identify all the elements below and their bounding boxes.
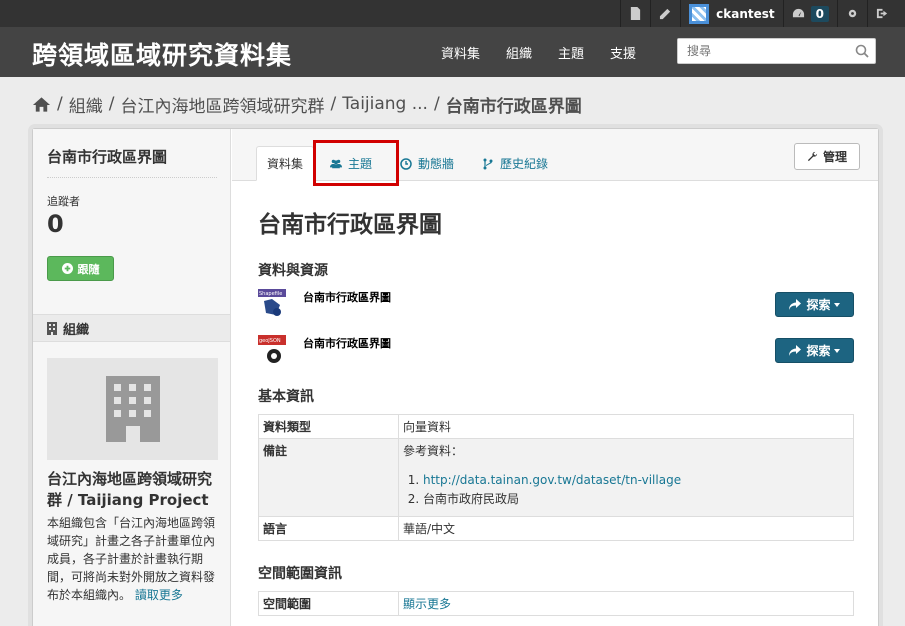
site-title[interactable]: 跨領域區域研究資料集 xyxy=(32,36,292,72)
clock-icon xyxy=(400,157,412,170)
breadcrumb: / 組織 / 台江內海地區跨領域研究群 / Taijiang ... / 台南市… xyxy=(32,92,582,117)
search-input[interactable] xyxy=(678,39,848,63)
note-intro: 參考資料： xyxy=(403,444,464,458)
breadcrumb-project[interactable]: Taijiang ... xyxy=(342,94,428,114)
explore-label: 探索 xyxy=(806,344,831,358)
resource-name[interactable]: 台南市行政區界圖 xyxy=(303,289,391,305)
svg-text:Shapefile: Shapefile xyxy=(259,291,282,297)
dashboard-link[interactable]: 0 xyxy=(782,0,837,27)
search-icon[interactable] xyxy=(855,44,869,58)
list-item: 台南市政府民政局 xyxy=(423,490,849,509)
tab-bar: 資料集 主題 動態牆 歷史紀錄 管理 xyxy=(232,129,878,186)
dashboard-icon xyxy=(792,8,804,18)
info-key: 資料類型 xyxy=(258,414,399,439)
file-icon[interactable] xyxy=(620,0,650,27)
sign-out-icon[interactable] xyxy=(867,0,897,27)
org-section-header: 組織 xyxy=(33,314,230,342)
pencil-icon[interactable] xyxy=(650,0,680,27)
list-item: http://data.tainan.gov.tw/dataset/tn-vil… xyxy=(423,471,849,490)
explore-label: 探索 xyxy=(806,298,831,312)
caret-down-icon xyxy=(833,302,840,307)
resource-item[interactable]: geoJSON 台南市行政區界圖 探索 xyxy=(258,333,854,365)
resource-item[interactable]: Shapefile 台南市行政區界圖 探索 xyxy=(258,287,854,319)
manage-button[interactable]: 管理 xyxy=(794,143,860,170)
reference-link[interactable]: http://data.tainan.gov.tw/dataset/tn-vil… xyxy=(423,473,681,487)
manage-label: 管理 xyxy=(822,150,847,164)
info-table: 資料類型 向量資料 備註 參考資料： http://data.tainan.go… xyxy=(258,414,854,541)
gear-icon[interactable] xyxy=(837,0,867,27)
org-image[interactable] xyxy=(47,358,218,460)
info-key: 語言 xyxy=(258,516,399,541)
table-row: 資料類型 向量資料 xyxy=(258,414,854,439)
spatial-heading: 空間範圍資訊 xyxy=(258,566,342,582)
resource-name[interactable]: 台南市行政區界圖 xyxy=(303,335,391,351)
search-box xyxy=(677,38,876,64)
nav-datasets[interactable]: 資料集 xyxy=(428,43,493,62)
sidebar: 台南市行政區界圖 追蹤者 0 跟隨 組織 台江內海地區跨領域研究群 / Taij… xyxy=(33,129,231,626)
followers-label: 追蹤者 xyxy=(47,195,80,208)
table-row: 空間範圍 顯示更多 xyxy=(258,591,854,616)
breadcrumb-org[interactable]: 台江內海地區跨領域研究群 xyxy=(120,92,324,117)
primary-content: 資料集 主題 動態牆 歷史紀錄 管理 台南市行政區界圖 資料與資源 Shapef… xyxy=(232,129,878,626)
explore-button[interactable]: 探索 xyxy=(775,338,854,363)
org-desc-text: 本組織包含「台江內海地區跨領域研究」計畫之各子計畫單位內成員，各子計畫於計畫執行… xyxy=(47,516,216,602)
info-value: 參考資料： http://data.tainan.gov.tw/dataset/… xyxy=(398,438,854,517)
wrench-icon xyxy=(807,151,818,162)
breadcrumb-organizations[interactable]: 組織 xyxy=(69,92,103,117)
table-row: 備註 參考資料： http://data.tainan.gov.tw/datas… xyxy=(258,438,854,517)
tab-datasets[interactable]: 資料集 xyxy=(256,146,315,181)
note-list: http://data.tainan.gov.tw/dataset/tn-vil… xyxy=(423,471,849,509)
tab-datasets-label: 資料集 xyxy=(267,157,304,171)
dataset-title: 台南市行政區界圖 xyxy=(258,211,442,238)
nav-organizations[interactable]: 組織 xyxy=(493,43,545,62)
info-value: 向量資料 xyxy=(398,414,854,439)
show-more-link[interactable]: 顯示更多 xyxy=(403,597,451,611)
building-icon xyxy=(47,321,57,335)
username: ckantest xyxy=(716,6,775,21)
info-value: 顯示更多 xyxy=(398,591,854,616)
building-placeholder-icon xyxy=(105,376,160,442)
nav-about[interactable]: 支援 xyxy=(597,43,649,62)
main-wrapper: 台南市行政區界圖 追蹤者 0 跟隨 組織 台江內海地區跨領域研究群 / Taij… xyxy=(32,128,879,626)
org-name[interactable]: 台江內海地區跨領域研究群 / Taijiang Project xyxy=(47,469,223,511)
avatar xyxy=(689,3,710,24)
masthead: 跨領域區域研究資料集 資料集 組織 主題 支援 xyxy=(0,27,905,77)
tab-activity-label: 動態牆 xyxy=(418,157,455,171)
follow-label: 跟隨 xyxy=(77,262,100,276)
geojson-format-icon: geoJSON xyxy=(258,333,286,365)
plus-circle-icon xyxy=(61,263,73,274)
home-icon[interactable] xyxy=(32,96,51,113)
account-bar: ckantest 0 xyxy=(0,0,905,27)
main-nav: 資料集 組織 主題 支援 xyxy=(428,27,649,77)
share-icon xyxy=(789,345,802,356)
user-link[interactable]: ckantest xyxy=(680,0,783,27)
org-description: 本組織包含「台江內海地區跨領域研究」計畫之各子計畫單位內成員，各子計畫於計畫執行… xyxy=(47,514,223,604)
read-more-link[interactable]: 讀取更多 xyxy=(135,588,183,602)
spatial-table: 空間範圍 顯示更多 xyxy=(258,591,854,616)
info-heading: 基本資訊 xyxy=(258,389,314,405)
explore-button[interactable]: 探索 xyxy=(775,292,854,317)
org-header-label: 組織 xyxy=(63,322,90,338)
shapefile-format-icon: Shapefile xyxy=(258,287,286,319)
tab-history[interactable]: 歷史紀錄 xyxy=(482,146,548,181)
resources-heading: 資料與資源 xyxy=(258,263,328,279)
nav-groups[interactable]: 主題 xyxy=(545,43,597,62)
share-icon xyxy=(789,299,802,310)
tab-activity[interactable]: 動態牆 xyxy=(400,146,454,181)
caret-down-icon xyxy=(833,348,840,353)
table-row: 語言 華語/中文 xyxy=(258,516,854,541)
follow-button[interactable]: 跟隨 xyxy=(47,256,114,281)
info-key: 備註 xyxy=(258,438,399,517)
svg-text:geoJSON: geoJSON xyxy=(259,338,281,344)
tab-history-label: 歷史紀錄 xyxy=(500,157,549,171)
info-key: 空間範圍 xyxy=(258,591,399,616)
sidebar-title: 台南市行政區界圖 xyxy=(47,148,168,166)
notification-badge: 0 xyxy=(810,5,829,22)
divider xyxy=(47,177,217,178)
info-value: 華語/中文 xyxy=(398,516,854,541)
highlight-box xyxy=(313,140,399,186)
followers-count: 0 xyxy=(47,210,64,238)
breadcrumb-active[interactable]: 台南市行政區界圖 xyxy=(446,92,582,117)
code-fork-icon xyxy=(483,158,493,169)
